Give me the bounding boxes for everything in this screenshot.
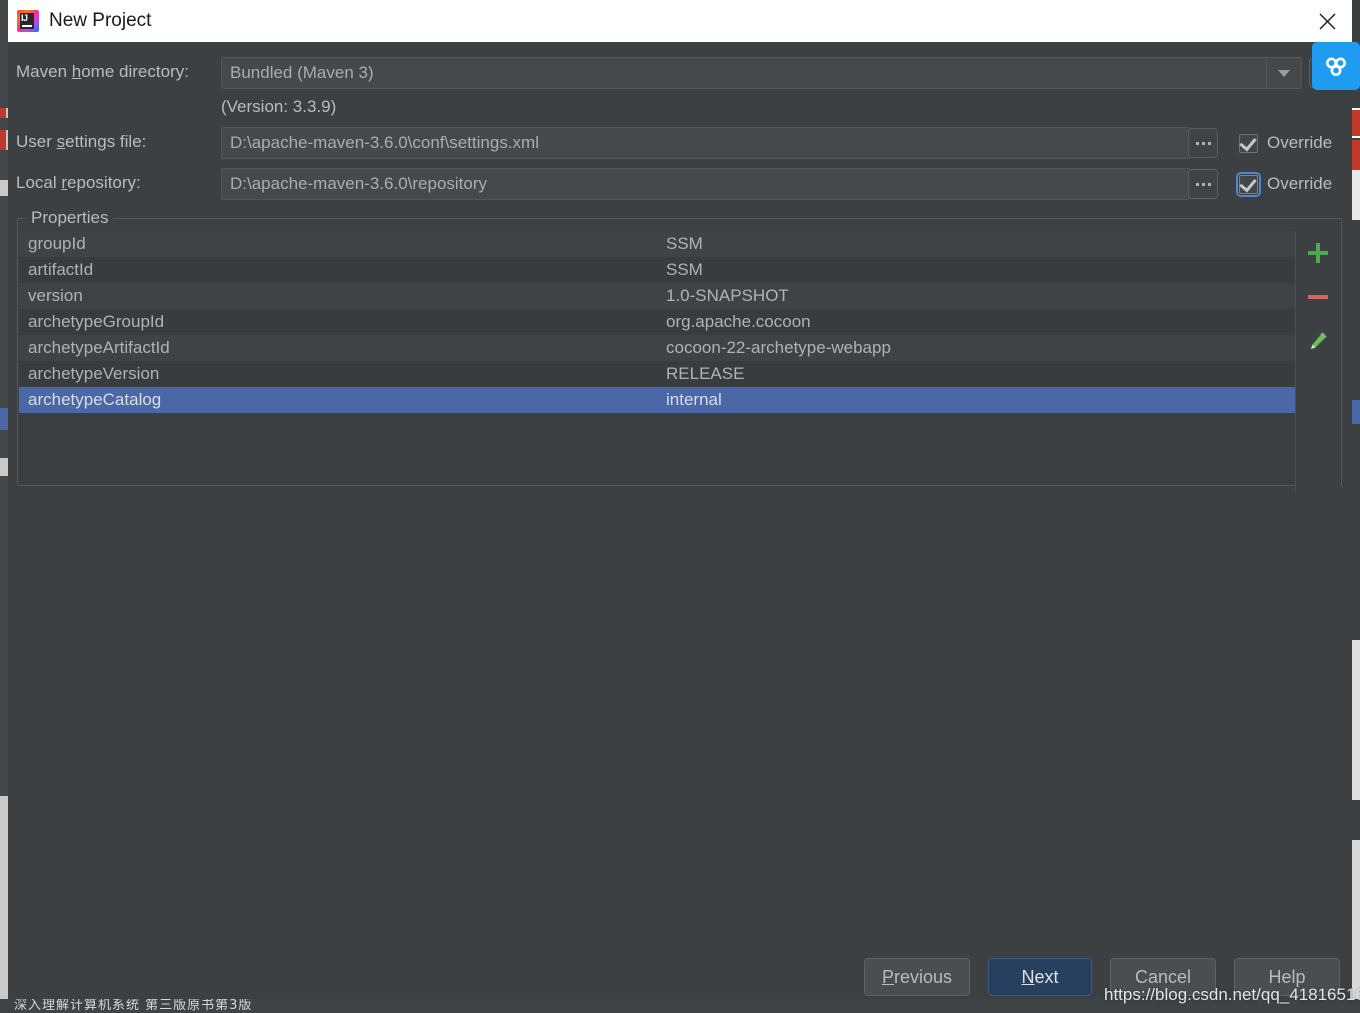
local-repository-input[interactable]: D:\apache-maven-3.6.0\repository (221, 168, 1190, 200)
property-value: 1.0-SNAPSHOT (666, 286, 789, 305)
user-settings-override-label: Override (1267, 133, 1333, 152)
properties-group: Properties groupId SSM artifactId SSM versio… (17, 208, 1342, 491)
dialog-body: Maven home directory: Bundled (Maven 3) … (8, 42, 1352, 999)
user-settings-browse-button[interactable] (1188, 128, 1218, 158)
properties-table-empty-area (19, 413, 1299, 483)
plus-icon (1307, 242, 1329, 264)
add-property-button[interactable] (1302, 237, 1334, 269)
property-value: org.apache.cocoon (666, 312, 811, 331)
property-value: internal (666, 390, 722, 409)
local-repository-value: D:\apache-maven-3.6.0\repository (230, 174, 488, 193)
property-value: SSM (666, 260, 703, 279)
maven-home-directory-label: Maven home directory: (16, 62, 189, 81)
intellij-idea-icon-letters: IJ (21, 13, 28, 23)
intellij-idea-icon: IJ (17, 10, 39, 32)
user-settings-file-input[interactable]: D:\apache-maven-3.6.0\conf\settings.xml (221, 127, 1190, 159)
table-row[interactable]: archetypeCatalog internal (19, 387, 1299, 413)
table-row[interactable]: artifactId SSM (19, 257, 1299, 283)
dialog-titlebar: IJ New Project (8, 0, 1352, 42)
watermark-url: https://blog.csdn.net/qq_41816516 (1104, 985, 1360, 1004)
local-repository-label: Local repository: (16, 173, 141, 192)
property-value: RELEASE (666, 364, 745, 383)
user-settings-file-label: User settings file: (16, 132, 147, 151)
table-row[interactable]: archetypeArtifactId cocoon-22-archetype-w… (19, 335, 1299, 361)
properties-group-title: Properties (26, 208, 114, 228)
chevron-down-icon[interactable] (1266, 58, 1301, 88)
checkbox-checked-icon[interactable] (1236, 171, 1261, 197)
property-key: archetypeGroupId (28, 312, 165, 331)
table-row[interactable]: archetypeGroupId org.apache.cocoon (19, 309, 1299, 335)
table-row[interactable]: groupId SSM (19, 231, 1299, 257)
remove-property-button[interactable] (1302, 281, 1334, 313)
next-button[interactable]: Next (988, 958, 1092, 996)
background-window-left-edge (0, 0, 8, 1013)
baidu-netdisk-icon[interactable] (1312, 42, 1360, 90)
user-settings-file-value: D:\apache-maven-3.6.0\conf\settings.xml (230, 133, 539, 152)
local-repository-browse-button[interactable] (1188, 169, 1218, 199)
local-repository-override-label: Override (1267, 174, 1333, 193)
dialog-title: New Project (49, 10, 152, 31)
property-value: cocoon-22-archetype-webapp (666, 338, 891, 357)
maven-home-directory-value: Bundled (Maven 3) (230, 63, 374, 82)
pencil-icon (1307, 330, 1329, 352)
property-key: archetypeArtifactId (28, 338, 170, 357)
edit-property-button[interactable] (1302, 325, 1334, 357)
table-row[interactable]: archetypeVersion RELEASE (19, 361, 1299, 387)
minus-icon (1308, 295, 1328, 299)
property-key: version (28, 286, 83, 305)
user-settings-override-checkbox[interactable]: Override (1239, 133, 1332, 153)
property-key: artifactId (28, 260, 94, 279)
table-row[interactable]: version 1.0-SNAPSHOT (19, 283, 1299, 309)
property-key: archetypeVersion (28, 364, 160, 383)
property-key: groupId (28, 234, 86, 253)
local-repository-override-checkbox[interactable]: Override (1236, 171, 1333, 197)
checkbox-checked-icon[interactable] (1239, 133, 1258, 153)
maven-home-directory-combo[interactable]: Bundled (Maven 3) (221, 57, 1302, 89)
properties-table-toolbar (1295, 231, 1340, 491)
property-key: archetypeCatalog (28, 390, 162, 409)
previous-button[interactable]: Previous (864, 958, 970, 996)
new-project-dialog: IJ New Project Maven home directory: Bun… (8, 0, 1352, 999)
property-value: SSM (666, 234, 703, 253)
intellij-idea-icon-bar (22, 25, 32, 27)
maven-version-note: (Version: 3.3.9) (221, 97, 337, 116)
close-icon[interactable] (1310, 4, 1344, 38)
properties-table[interactable]: groupId SSM artifactId SSM version 1.0-SNAPSH… (19, 231, 1299, 485)
